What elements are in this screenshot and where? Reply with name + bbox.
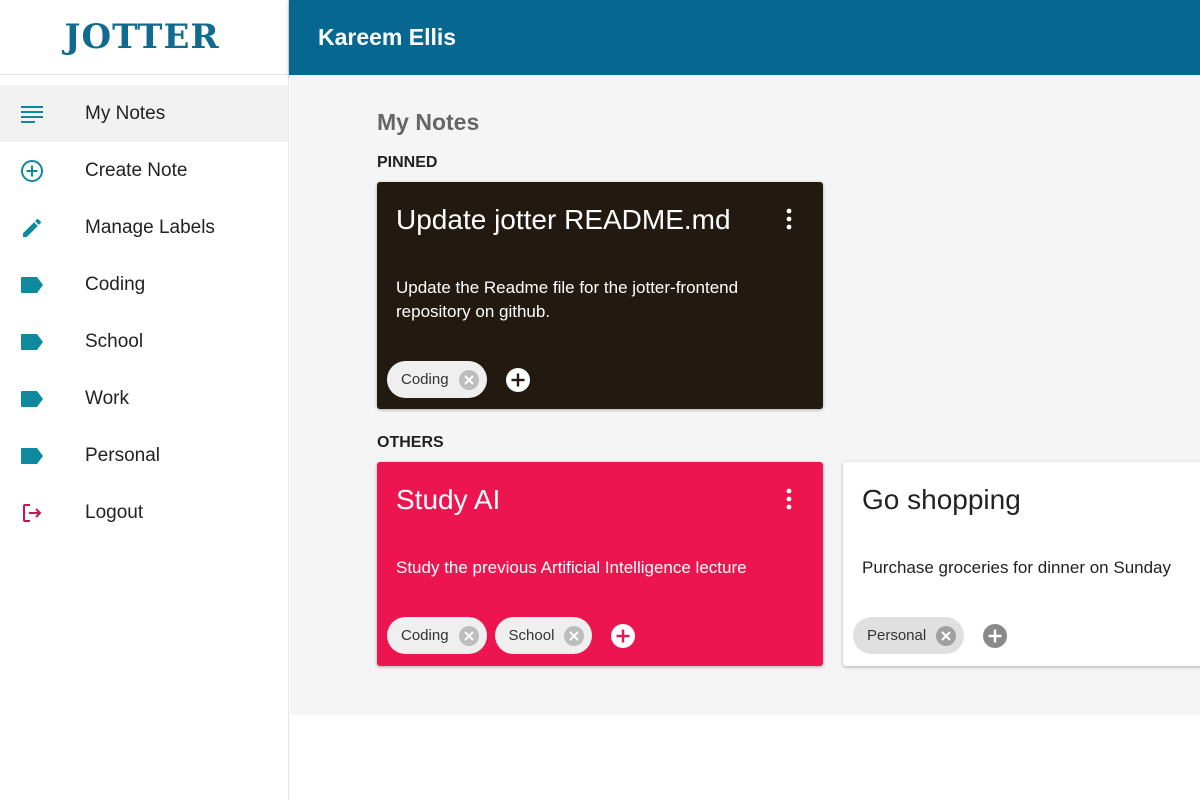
notes-area: My Notes PINNED Update jotter README.md … [290,75,1200,715]
label-chip[interactable]: Personal [853,617,965,654]
sidebar-item-my-notes[interactable]: My Notes [0,85,288,142]
sidebar-item-label: Personal [85,444,160,466]
note-labels: Coding [387,361,531,398]
app-logo[interactable]: JOTTER [64,17,219,57]
note-title: Go shopping [862,484,1021,515]
add-label-icon[interactable] [982,623,1008,649]
user-name: Kareem Ellis [318,24,457,50]
label-icon [0,273,64,297]
add-circle-icon [0,159,64,183]
note-title: Study AI [396,484,501,515]
sidebar-item-label: Coding [85,273,146,295]
remove-label-icon[interactable] [563,625,585,647]
remove-label-icon[interactable] [458,625,480,647]
logo-area: JOTTER [0,0,288,75]
note-card[interactable]: Study AI Study the previous Artificial I… [377,462,823,666]
label-chip[interactable]: Coding [387,617,487,654]
note-labels: Personal [853,617,1008,654]
sidebar-item-label: Manage Labels [85,216,215,238]
label-chip-text: Coding [401,627,449,644]
sidebar-item-label: My Notes [85,102,166,124]
pinned-section-label: PINNED [377,154,438,171]
label-icon [0,387,64,411]
note-body: Update the Readme file for the jotter-fr… [396,278,739,321]
logout-icon [0,501,64,525]
label-icon [0,330,64,354]
sidebar: JOTTER My Notes Create Note Manage Label… [0,0,289,800]
sidebar-nav: My Notes Create Note Manage Labels Codin… [0,75,288,541]
label-chip[interactable]: Coding [387,361,487,398]
label-chip-text: School [508,627,555,644]
label-chip-text: Personal [867,627,927,644]
more-vert-icon[interactable] [777,488,801,512]
note-labels: Coding School [387,617,636,654]
remove-label-icon[interactable] [458,369,480,391]
label-chip-text: Coding [401,371,449,388]
sidebar-item-logout[interactable]: Logout [0,484,288,541]
note-title: Update jotter README.md [396,204,731,235]
sidebar-item-label: Create Note [85,159,188,181]
sidebar-item-create-note[interactable]: Create Note [0,142,288,199]
sidebar-item-label: Work [85,387,129,409]
add-label-icon[interactable] [505,367,531,393]
pencil-icon [0,216,64,240]
label-icon [0,444,64,468]
more-vert-icon[interactable] [777,208,801,232]
notes-list-icon [0,102,64,126]
note-body: Study the previous Artificial Intelligen… [396,558,747,577]
add-label-icon[interactable] [610,623,636,649]
sidebar-item-coding[interactable]: Coding [0,256,288,313]
others-section-label: OTHERS [377,434,444,451]
label-chip[interactable]: School [494,617,593,654]
sidebar-item-label: School [85,330,144,352]
sidebar-item-personal[interactable]: Personal [0,427,288,484]
sidebar-item-school[interactable]: School [0,313,288,370]
sidebar-item-manage-labels[interactable]: Manage Labels [0,199,288,256]
note-card[interactable]: Update jotter README.md Update the Readm… [377,182,823,409]
note-body: Purchase groceries for dinner on Sunday [862,558,1172,577]
top-app-bar: Kareem Ellis [289,0,1200,75]
remove-label-icon[interactable] [935,625,957,647]
sidebar-item-label: Logout [85,501,144,523]
sidebar-item-work[interactable]: Work [0,370,288,427]
note-card[interactable]: Go shopping Purchase groceries for dinne… [843,462,1200,666]
page-title: My Notes [377,109,480,135]
